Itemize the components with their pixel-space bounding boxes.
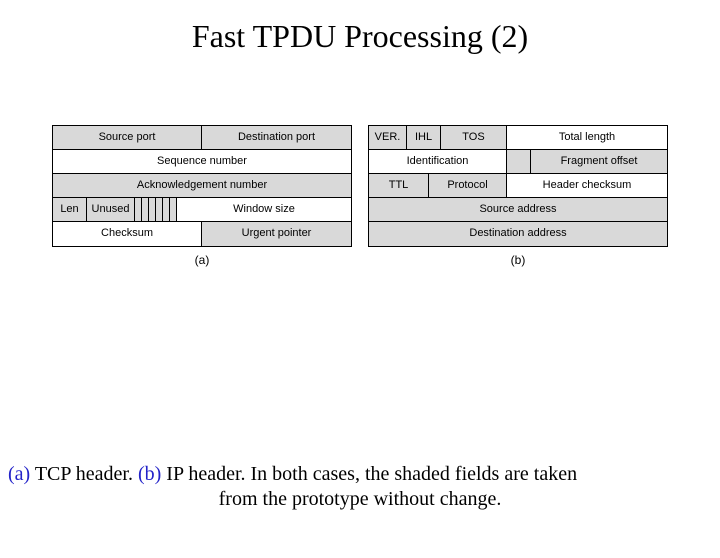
tcp-checksum: Checksum: [53, 222, 202, 246]
caption-b-text: IP header. In both cases, the shaded fie…: [161, 463, 577, 485]
tcp-label: (a): [52, 247, 352, 267]
tcp-dest-port: Destination port: [202, 126, 351, 149]
ip-protocol: Protocol: [429, 174, 507, 197]
caption-continuation: from the prototype without change.: [8, 487, 712, 512]
tcp-sequence-number: Sequence number: [53, 150, 351, 173]
ip-header-diagram: VER. IHL TOS Total length Identification…: [368, 125, 668, 267]
ip-label: (b): [368, 247, 668, 267]
caption-a-marker: (a): [8, 463, 30, 485]
ip-destination-address: Destination address: [369, 222, 667, 246]
ip-source-address: Source address: [369, 198, 667, 221]
tcp-header-diagram: Source port Destination port Sequence nu…: [52, 125, 352, 267]
tcp-source-port: Source port: [53, 126, 202, 149]
ip-identification: Identification: [369, 150, 507, 173]
ip-ver: VER.: [369, 126, 407, 149]
caption-b-marker: (b): [138, 463, 161, 485]
tcp-window-size: Window size: [177, 198, 351, 221]
ip-fragment-offset: Fragment offset: [531, 150, 667, 173]
tcp-urgent-pointer: Urgent pointer: [202, 222, 351, 246]
tcp-len: Len: [53, 198, 87, 221]
ip-flags: [507, 150, 531, 173]
ip-ttl: TTL: [369, 174, 429, 197]
caption: (a) TCP header. (b) IP header. In both c…: [0, 462, 720, 512]
ip-total-length: Total length: [507, 126, 667, 149]
caption-a-text: TCP header.: [30, 463, 138, 485]
tcp-flags-ticks: [135, 198, 177, 221]
ip-ihl: IHL: [407, 126, 441, 149]
tcp-ack-number: Acknowledgement number: [53, 174, 351, 197]
slide-title: Fast TPDU Processing (2): [0, 18, 720, 55]
ip-tos: TOS: [441, 126, 507, 149]
tcp-unused: Unused: [87, 198, 135, 221]
header-diagrams: Source port Destination port Sequence nu…: [0, 125, 720, 267]
ip-header-checksum: Header checksum: [507, 174, 667, 197]
